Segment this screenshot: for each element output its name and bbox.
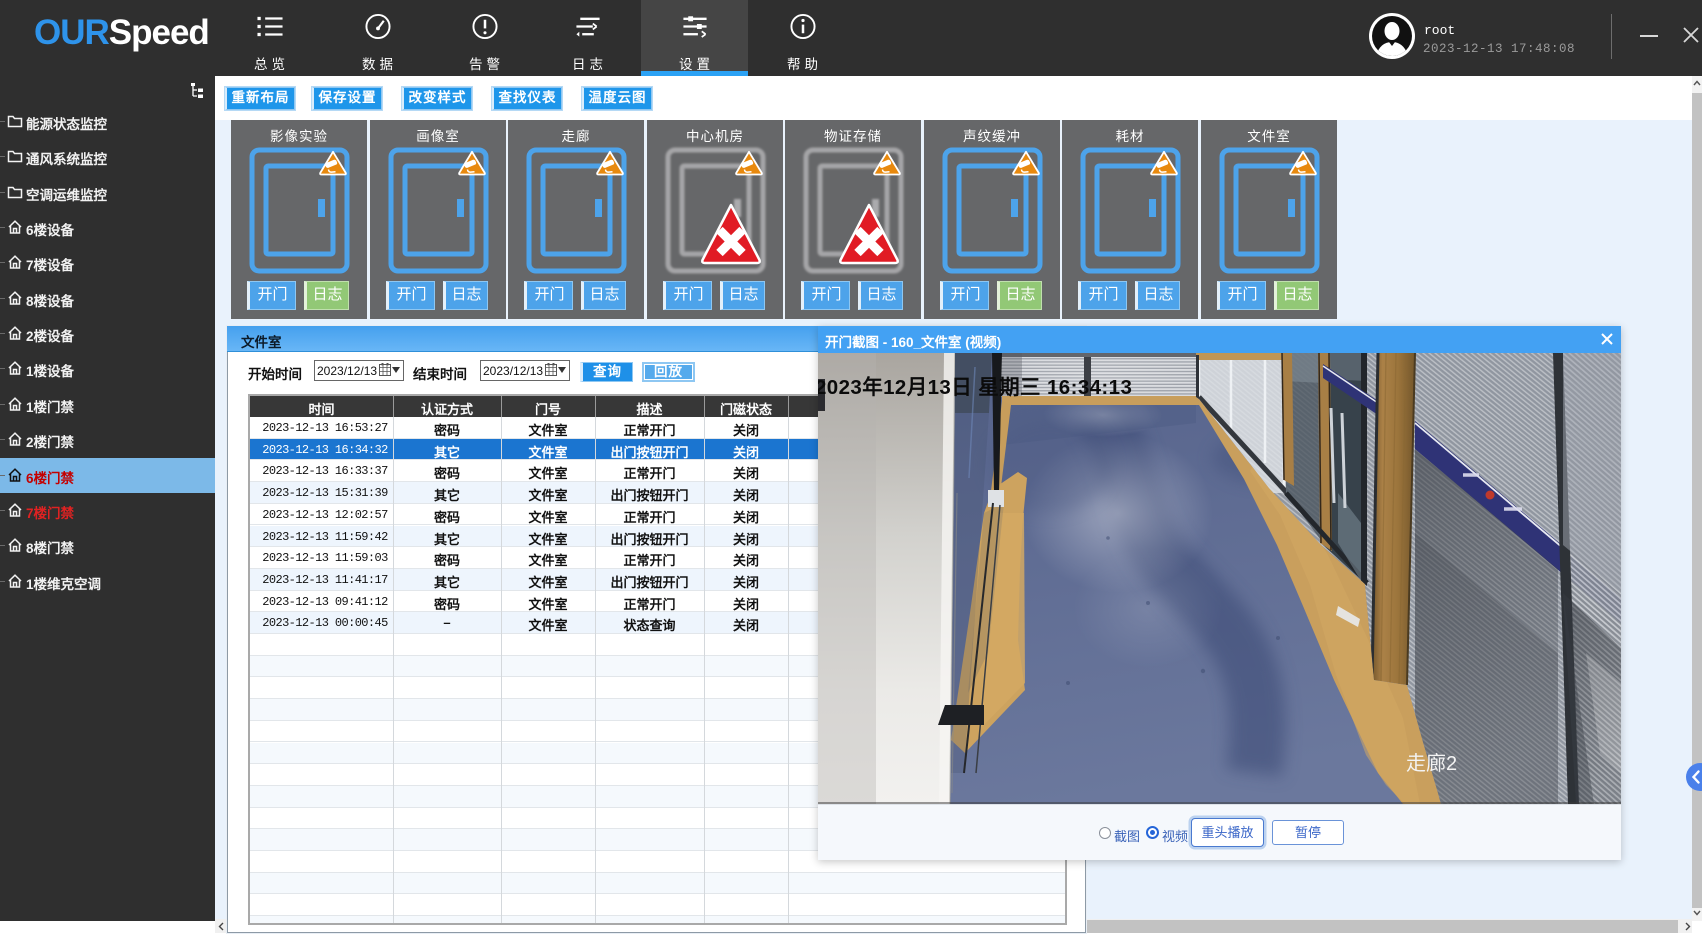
- svg-text:走廊2: 走廊2: [1406, 752, 1457, 775]
- svg-text:2023年12月13日 星期三 16:34:13: 2023年12月13日 星期三 16:34:13: [818, 375, 1132, 399]
